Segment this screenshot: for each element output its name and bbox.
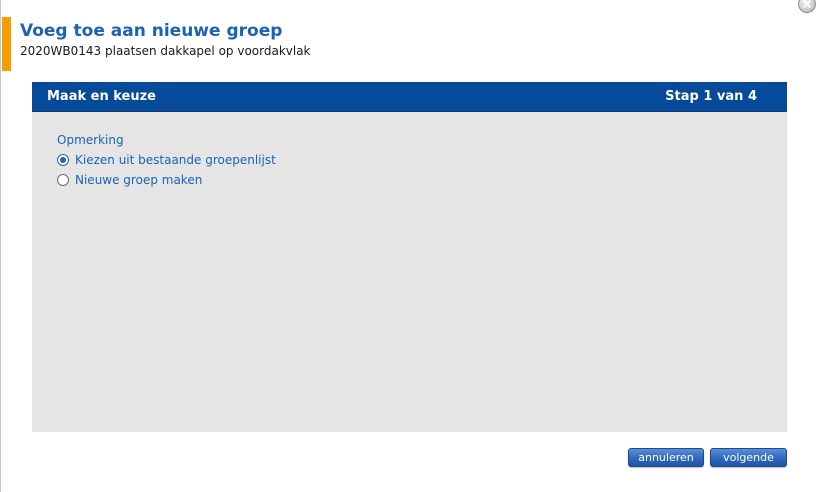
- cancel-button[interactable]: annuleren: [628, 448, 704, 467]
- step-indicator: Stap 1 van 4: [665, 89, 757, 104]
- wizard-panel: Maak en keuze Stap 1 van 4 Opmerking Kie…: [32, 82, 787, 432]
- section-label: Opmerking: [57, 133, 124, 147]
- radio-button-selected[interactable]: [57, 154, 69, 166]
- accent-bar: [2, 17, 11, 71]
- panel-title: Maak en keuze: [47, 89, 157, 104]
- next-button[interactable]: volgende: [710, 448, 787, 467]
- dialog-subtitle: 2020WB0143 plaatsen dakkapel op voordakv…: [20, 44, 311, 58]
- option-existing-group[interactable]: Kiezen uit bestaande groepenlijst: [57, 152, 276, 168]
- option-label: Kiezen uit bestaande groepenlijst: [75, 153, 276, 167]
- radio-button[interactable]: [57, 174, 69, 186]
- dialog-window: Voeg toe aan nieuwe groep 2020WB0143 pla…: [0, 0, 822, 492]
- close-button[interactable]: [798, 0, 816, 13]
- option-new-group[interactable]: Nieuwe groep maken: [57, 172, 202, 188]
- close-icon: [803, 0, 811, 8]
- window-edge: [0, 0, 1, 492]
- option-label: Nieuwe groep maken: [75, 173, 203, 187]
- dialog-title: Voeg toe aan nieuwe groep: [20, 21, 283, 41]
- panel-header: Maak en keuze Stap 1 van 4: [32, 82, 787, 112]
